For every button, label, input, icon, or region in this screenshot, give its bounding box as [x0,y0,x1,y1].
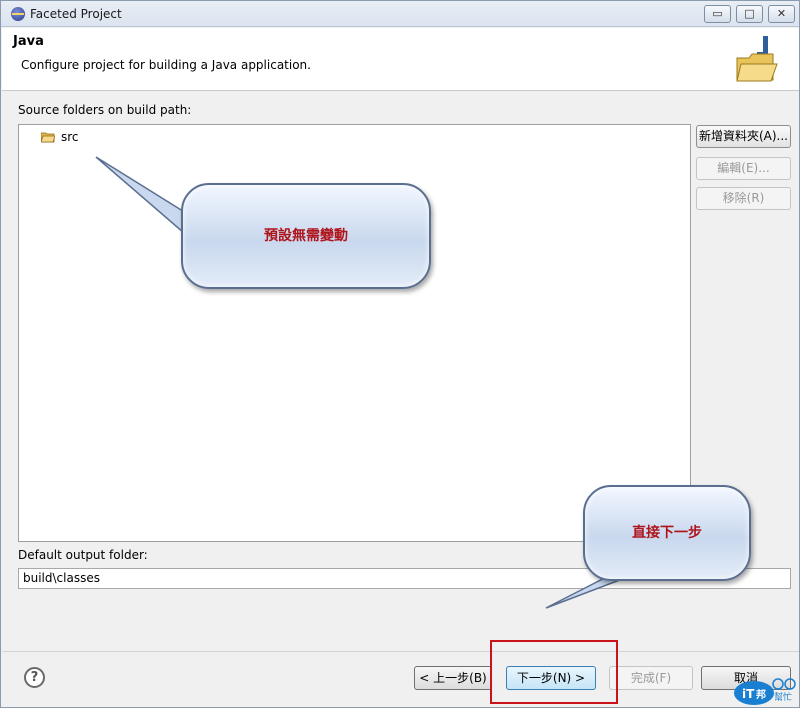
callout-default: 預設無需變動 [181,183,431,289]
source-folders-label: Source folders on build path: [18,103,192,117]
eclipse-icon [11,7,25,21]
page-description: Configure project for building a Java ap… [21,58,311,72]
footer-separator [2,651,799,652]
maximize-button[interactable]: □ [736,5,763,23]
svg-text:iT: iT [742,687,755,701]
svg-text:幫忙: 幫忙 [774,691,792,703]
svg-text:邦: 邦 [756,688,766,701]
help-icon[interactable]: ? [24,667,45,688]
faceted-project-dialog: Faceted Project ▭ □ ✕ Java Configure pro… [0,0,800,708]
ithome-watermark-logo: iT 邦 幫忙 [734,678,796,705]
source-folder-icon [41,132,55,142]
wizard-header: Java Configure project for building a Ja… [2,28,799,91]
output-folder-label: Default output folder: [18,548,148,562]
callout-next: 直接下一步 [583,485,751,581]
back-button[interactable]: < 上一步(B) [414,666,492,690]
folder-banner-icon [736,36,778,82]
edit-button[interactable]: 編輯(E)... [696,157,791,180]
minimize-button[interactable]: ▭ [704,5,731,23]
remove-button[interactable]: 移除(R) [696,187,791,210]
close-button[interactable]: ✕ [768,5,795,23]
finish-button[interactable]: 完成(F) [609,666,693,690]
title-bar: Faceted Project ▭ □ ✕ [1,1,799,27]
add-folder-button[interactable]: 新增資料夾(A)... [696,125,791,148]
window-title: Faceted Project [30,7,122,21]
next-button-highlight [490,640,618,704]
tree-item-src[interactable]: src [41,129,79,145]
tree-item-label: src [61,130,79,144]
page-title: Java [13,34,44,49]
